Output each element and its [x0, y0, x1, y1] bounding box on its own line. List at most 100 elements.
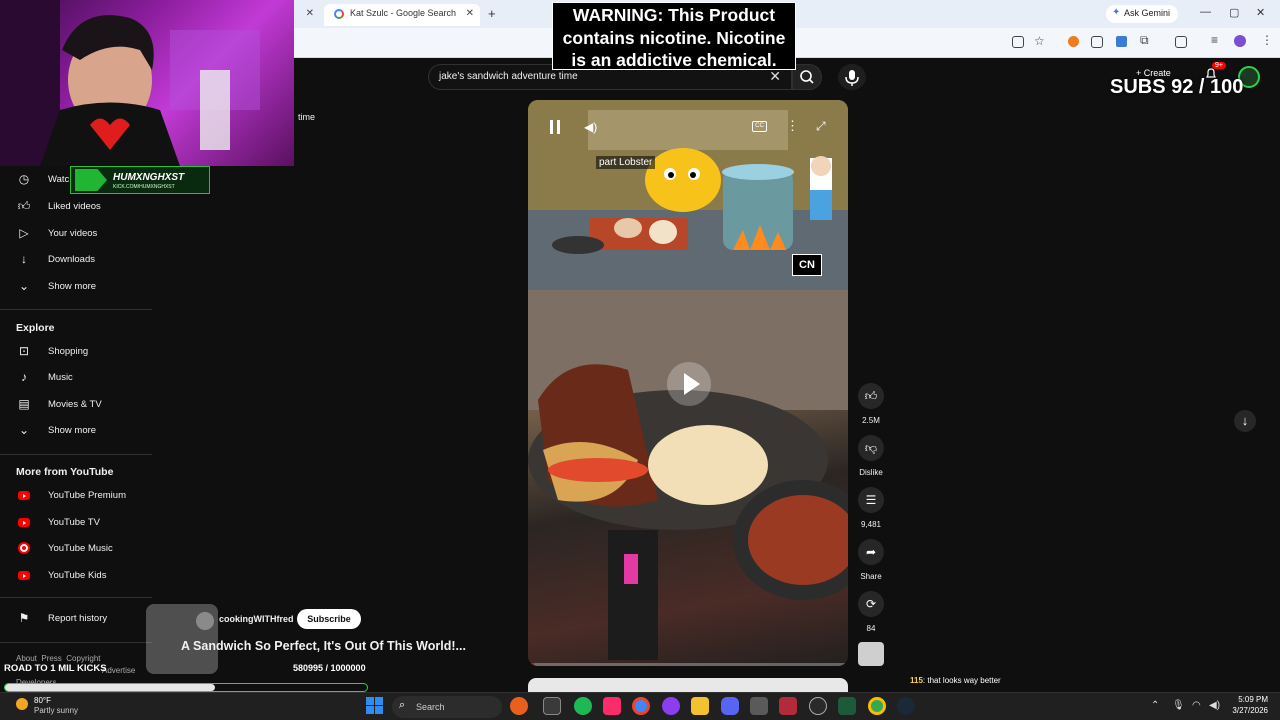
- fullscreen-icon[interactable]: ⤢: [816, 119, 826, 134]
- install-icon[interactable]: [1012, 36, 1024, 48]
- like-button[interactable]: 👍︎: [858, 383, 884, 409]
- terminal-icon[interactable]: [838, 697, 856, 715]
- streamer-name: HUMXNGHXST: [113, 172, 185, 183]
- notification-badge: 9+: [1212, 62, 1226, 69]
- extension-icon[interactable]: [1116, 36, 1127, 47]
- clock-icon: ◷: [18, 172, 30, 186]
- taskbar-app-icon[interactable]: [510, 697, 528, 715]
- video-title[interactable]: A Sandwich So Perfect, It's Out Of This …: [181, 639, 466, 653]
- discord-icon[interactable]: [721, 697, 739, 715]
- streamer-cam: [0, 0, 260, 166]
- profile-avatar[interactable]: [1234, 35, 1246, 47]
- captions-icon[interactable]: CC: [752, 121, 767, 132]
- windows-taskbar: 80°F Partly sunny ⌕ Search ⌃ 🎙 ◠ ◀) 5:09…: [0, 692, 1280, 720]
- next-short-arrow-icon[interactable]: ↓: [1234, 410, 1256, 432]
- road-to-kicks-fill: [5, 684, 216, 691]
- video-progress-bar[interactable]: [528, 663, 848, 666]
- video-player[interactable]: part Lobster CN ◀) CC ⋮ ⤢: [528, 100, 848, 666]
- sidebar-divider: [0, 454, 152, 455]
- obs-icon[interactable]: [809, 697, 827, 715]
- new-tab-icon[interactable]: +: [488, 6, 496, 21]
- sandwich-clip: [528, 290, 848, 666]
- sidebar-item-downloads[interactable]: ↓ Downloads: [0, 247, 152, 273]
- media-icon[interactable]: ≡: [1211, 33, 1218, 47]
- dislike-button[interactable]: 👎︎: [858, 435, 884, 461]
- comments-button[interactable]: ☰: [858, 487, 884, 513]
- sidebar-item-liked-videos[interactable]: 👍︎ Liked videos: [0, 194, 152, 220]
- wifi-icon[interactable]: ◠: [1192, 700, 1201, 711]
- tab-google-search[interactable]: Kat Szulc - Google Search ✕: [324, 4, 480, 26]
- spotify-icon[interactable]: [574, 697, 592, 715]
- chevron-up-icon[interactable]: ⌃: [1151, 700, 1159, 711]
- file-explorer-icon[interactable]: [691, 697, 709, 715]
- sidebar-item-movies-tv[interactable]: ▤ Movies & TV: [0, 392, 152, 418]
- youtube-music-icon: [18, 542, 30, 554]
- cartoon-network-logo: CN: [792, 254, 822, 276]
- sidebar-item-shopping[interactable]: ⊡ Shopping: [0, 339, 152, 365]
- chat-badge-count: 115: [910, 676, 923, 685]
- start-button[interactable]: [366, 697, 384, 715]
- road-to-kicks-label: ROAD TO 1 MIL KICKS: [4, 663, 107, 674]
- share-button[interactable]: ➦: [858, 539, 884, 565]
- minimize-icon[interactable]: —: [1200, 6, 1211, 18]
- pause-icon[interactable]: [550, 120, 560, 134]
- chrome-icon[interactable]: [868, 697, 886, 715]
- search-icon: [800, 70, 814, 84]
- steam-icon[interactable]: [897, 697, 915, 715]
- sidebar-item-label: YouTube TV: [48, 517, 100, 528]
- chat-text: : that looks way better: [922, 676, 1001, 685]
- subscribe-button[interactable]: Subscribe: [297, 609, 361, 629]
- voice-search-button[interactable]: [838, 64, 866, 90]
- taskbar-search[interactable]: ⌕ Search: [392, 696, 502, 718]
- extension-icon[interactable]: [1091, 36, 1103, 48]
- menu-kebab-icon[interactable]: ⋮: [1261, 33, 1273, 47]
- sidebar-item-label: Music: [48, 372, 73, 383]
- google-icon: [334, 9, 344, 19]
- taskbar-app-icon[interactable]: [662, 697, 680, 715]
- mic-icon[interactable]: 🎙: [1172, 700, 1185, 711]
- side-panel-icon[interactable]: [1175, 36, 1187, 48]
- sidebar-item-youtube-kids[interactable]: YouTube Kids: [0, 563, 152, 589]
- extension-icon[interactable]: [1068, 36, 1079, 47]
- clock-time[interactable]: 5:09 PM: [1228, 695, 1268, 704]
- volume-icon[interactable]: ◀): [584, 120, 597, 134]
- footer-link-about[interactable]: About: [16, 654, 37, 663]
- footer-link-advertise[interactable]: Advertise: [102, 666, 135, 675]
- sound-thumbnail[interactable]: [858, 642, 884, 666]
- maximize-icon[interactable]: ▢: [1229, 6, 1239, 19]
- sidebar-item-youtube-music[interactable]: YouTube Music: [0, 536, 152, 562]
- sidebar-item-report-history[interactable]: ⚑ Report history: [0, 606, 152, 632]
- channel-avatar[interactable]: [196, 612, 214, 630]
- sidebar-item-youtube-premium[interactable]: YouTube Premium: [0, 483, 152, 509]
- more-options-icon[interactable]: ⋮: [786, 118, 799, 134]
- channel-name[interactable]: cookingWITHfred: [219, 614, 294, 624]
- sidebar-show-more-explore[interactable]: ⌄ Show more: [0, 418, 152, 444]
- chrome-icon[interactable]: [632, 697, 650, 715]
- sidebar-item-music[interactable]: ♪ Music: [0, 365, 152, 391]
- itunes-icon[interactable]: [603, 697, 621, 715]
- window-close-icon[interactable]: ✕: [1256, 6, 1265, 19]
- extensions-puzzle-icon[interactable]: ⧉: [1140, 33, 1149, 48]
- road-to-kicks-count: 580995 / 1000000: [293, 663, 366, 673]
- footer-link-copyright[interactable]: Copyright: [66, 654, 100, 663]
- footer-link-press[interactable]: Press: [41, 654, 61, 663]
- weather-description[interactable]: Partly sunny: [34, 706, 78, 715]
- weather-temperature[interactable]: 80°F: [34, 696, 51, 705]
- close-icon[interactable]: ✕: [306, 8, 314, 19]
- film-icon: ▤: [18, 397, 30, 411]
- tab-close-prev[interactable]: ✕: [300, 4, 320, 26]
- clock-date[interactable]: 3/27/2026: [1218, 706, 1268, 715]
- task-view-icon[interactable]: [543, 697, 561, 715]
- tab-close-icon[interactable]: ✕: [466, 8, 474, 19]
- taskbar-app-icon[interactable]: [779, 697, 797, 715]
- sidebar-item-your-videos[interactable]: ▷ Your videos: [0, 221, 152, 247]
- play-button[interactable]: [667, 362, 711, 406]
- sidebar-item-youtube-tv[interactable]: YouTube TV: [0, 510, 152, 536]
- taskbar-app-icon[interactable]: [750, 697, 768, 715]
- remix-button[interactable]: ⟳: [858, 591, 884, 617]
- next-video-preview[interactable]: [528, 678, 848, 692]
- bookmark-star-icon[interactable]: ☆: [1034, 34, 1045, 48]
- sidebar-show-more[interactable]: ⌄ Show more: [0, 274, 152, 300]
- search-button[interactable]: [792, 64, 822, 90]
- ask-gemini-button[interactable]: Ask Gemini: [1106, 5, 1179, 23]
